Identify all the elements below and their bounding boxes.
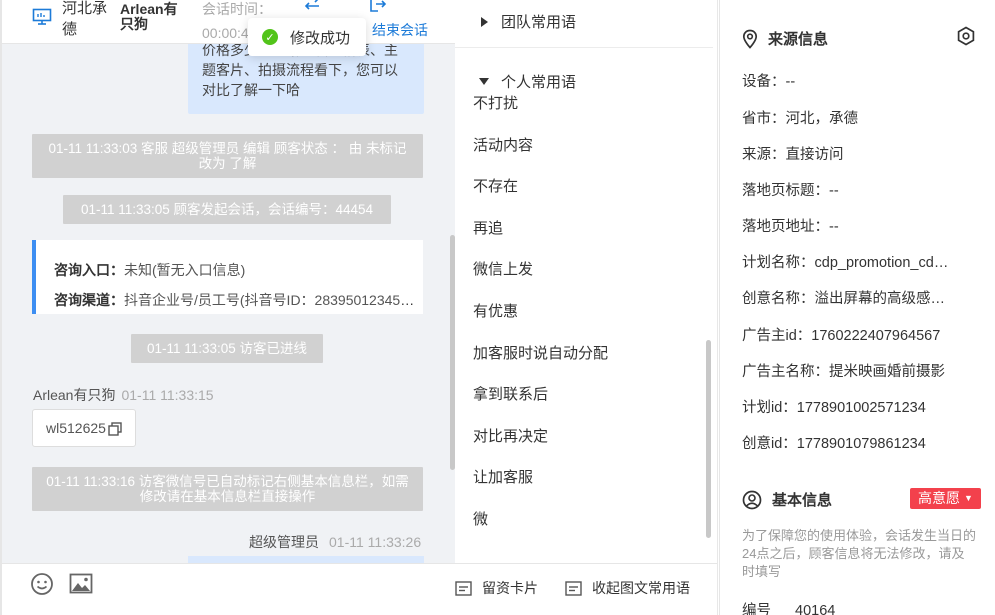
settings-icon[interactable] [956, 26, 976, 49]
caret-down-icon [479, 78, 489, 85]
team-phrases-label: 团队常用语 [501, 14, 577, 31]
intent-level-value: 高意愿 [918, 490, 960, 506]
basic-info-title: 基本信息 [772, 492, 833, 509]
user-circle-icon [742, 490, 762, 509]
phrase-item[interactable]: 对比再决定 [473, 425, 548, 446]
info-landing-title: 落地页标题：-- [742, 183, 839, 199]
system-message: 01-11 11:33:03 客服 超级管理员 编辑 顾客状态 ： 由 未标记 … [32, 134, 423, 178]
consult-entry-label: 咨询入口： [54, 262, 124, 278]
phrases-footer: 留资卡片 收起图文常用语 [455, 563, 717, 615]
phrase-item[interactable]: 微 [473, 508, 488, 529]
sender-name: Arlean有只狗 [33, 387, 116, 403]
copy-icon[interactable] [108, 422, 122, 439]
end-session-button[interactable]: 结束会话 [372, 20, 428, 40]
system-message: 01-11 11:33:16 访客微信号已自动标记右侧基本信息栏，如需修改请在基… [32, 467, 423, 511]
system-message-text: 01-11 11:33:16 访客微信号已自动标记右侧基本信息栏，如需修改请在基… [46, 474, 409, 504]
phrase-item[interactable]: 再追 [473, 217, 503, 238]
message-sender: Arlean有只狗 01-11 11:33:15 [33, 385, 214, 405]
personal-phrases-section[interactable]: 个人常用语 [479, 71, 576, 92]
consult-entry-value: 未知(暂无入口信息) [124, 262, 246, 278]
toast-message: 修改成功 [290, 29, 351, 47]
intent-level-dropdown[interactable]: 高意愿 ▼ [910, 488, 981, 509]
quick-phrases-panel: 团队常用语 个人常用语 不打扰 活动内容 不存在 再追 微信上发 有优惠 加客服… [455, 0, 718, 615]
visitor-location: 河北承德 [62, 0, 108, 38]
system-message: 01-11 11:33:05 顾客发起会话，会话编号：44454 [63, 195, 391, 224]
image-icon[interactable] [69, 573, 93, 598]
collapse-phrases-label: 收起图文常用语 [592, 580, 690, 596]
chat-header: 河北承德 Arlean有只狗 会话时间： 00:00:4 结束会话 [2, 0, 455, 44]
source-info-title: 来源信息 [768, 31, 829, 48]
system-message-text: 01-11 11:33:05 顾客发起会话，会话编号：44454 [80, 202, 374, 217]
message-timestamp: 01-11 11:33:26 [329, 534, 422, 550]
customer-number-value: 40164 [795, 603, 836, 615]
divider [455, 47, 713, 48]
info-plan-name: 计划名称：cdp_promotion_cdp_promotion [742, 255, 952, 271]
team-phrases-section[interactable]: 团队常用语 [479, 11, 576, 32]
phrase-item[interactable]: 加客服时说自动分配 [473, 342, 608, 363]
basic-info-header: 基本信息 [742, 489, 832, 510]
info-advertiser-id: 广告主id：1760222407964567 [742, 328, 941, 344]
phrase-item[interactable]: 不存在 [473, 175, 518, 196]
success-toast: ✓ 修改成功 [248, 18, 367, 56]
customer-info-panel: 来源信息 设备：-- 省市：河北，承德 来源：直接访问 落地页标题：-- 落地页… [719, 0, 995, 615]
system-message-text: 01-11 11:33:03 客服 超级管理员 编辑 顾客状态 ： 由 未标记 … [48, 141, 407, 171]
source-info-header: 来源信息 [742, 28, 828, 49]
phrase-item[interactable]: 不打扰 [473, 92, 518, 113]
location-pin-icon [742, 29, 758, 49]
emoji-icon[interactable] [30, 572, 54, 599]
info-province-city: 省市：河北，承德 [742, 111, 858, 127]
chat-panel: 可以的，如您介意，请勿添加，价格多少呢？给您发价格表、主题客片、拍摄流程看下，您… [0, 0, 455, 615]
consult-entry-row: 咨询入口：未知(暂无入口信息) [54, 255, 419, 285]
sender-name: 超级管理员 [249, 534, 319, 550]
consult-channel-value: 抖音企业号/员工号(抖音号ID：28395012345678) [124, 292, 419, 308]
phrases-scrollbar[interactable] [706, 340, 711, 538]
customer-number-row: 编号 40164 [742, 599, 835, 615]
exit-icon[interactable] [369, 0, 387, 17]
card-icon [455, 580, 472, 596]
info-device: 设备：-- [742, 74, 796, 90]
visitor-name: Arlean有只狗 [120, 1, 178, 32]
check-circle-icon: ✓ [262, 29, 278, 45]
phrase-item[interactable]: 微信上发 [473, 258, 533, 279]
message-sender: 超级管理员 01-11 11:33:26 [249, 532, 421, 552]
session-time-value: 00:00:4 [202, 25, 249, 41]
customer-number-label: 编号 [742, 603, 771, 615]
lead-card-button[interactable]: 留资卡片 [455, 578, 538, 598]
collapse-phrases-button[interactable]: 收起图文常用语 [565, 578, 690, 598]
system-message: 01-11 11:33:05 访客已进线 [131, 334, 323, 363]
transfer-icon[interactable] [302, 0, 322, 17]
phrase-item[interactable]: 活动内容 [473, 134, 533, 155]
consult-info-card: 咨询入口：未知(暂无入口信息) 咨询渠道：抖音企业号/员工号(抖音号ID：283… [32, 240, 423, 314]
session-time-label: 会话时间： [202, 1, 272, 17]
info-source: 来源：直接访问 [742, 147, 844, 163]
message-timestamp: 01-11 11:33:15 [121, 387, 214, 403]
info-advertiser-name: 广告主名称：提米映画婚前摄影 [742, 364, 945, 380]
phrase-item[interactable]: 拿到联系后 [473, 383, 548, 404]
lead-card-label: 留资卡片 [482, 580, 538, 596]
info-creative-id: 创意id：1778901079861234 [742, 436, 926, 452]
caret-down-icon: ▼ [964, 493, 973, 503]
personal-phrases-label: 个人常用语 [501, 74, 577, 91]
consult-channel-label: 咨询渠道： [54, 292, 124, 308]
info-plan-id: 计划id：1778901002571234 [742, 400, 926, 416]
phrase-item[interactable]: 有优惠 [473, 300, 518, 321]
chat-toolbar [2, 563, 455, 615]
monitor-icon [32, 8, 52, 29]
wechat-id-text: wl512625 [46, 420, 106, 436]
caret-right-icon [479, 16, 489, 27]
phrase-item[interactable]: 让加客服 [473, 466, 533, 487]
edit-notice: 为了保障您的使用体验，会话发生当日的24点之后，顾客信息将无法修改，请及时填写 [742, 528, 977, 579]
card-icon [565, 580, 582, 596]
info-landing-url: 落地页地址：-- [742, 219, 839, 235]
info-creative-name: 创意名称：溢出屏幕的高级感婚纱照 [742, 291, 952, 307]
consult-channel-row: 咨询渠道：抖音企业号/员工号(抖音号ID：28395012345678) [54, 285, 419, 315]
wechat-id-message[interactable]: wl512625 [32, 409, 136, 447]
system-message-text: 01-11 11:33:05 访客已进线 [146, 341, 308, 356]
